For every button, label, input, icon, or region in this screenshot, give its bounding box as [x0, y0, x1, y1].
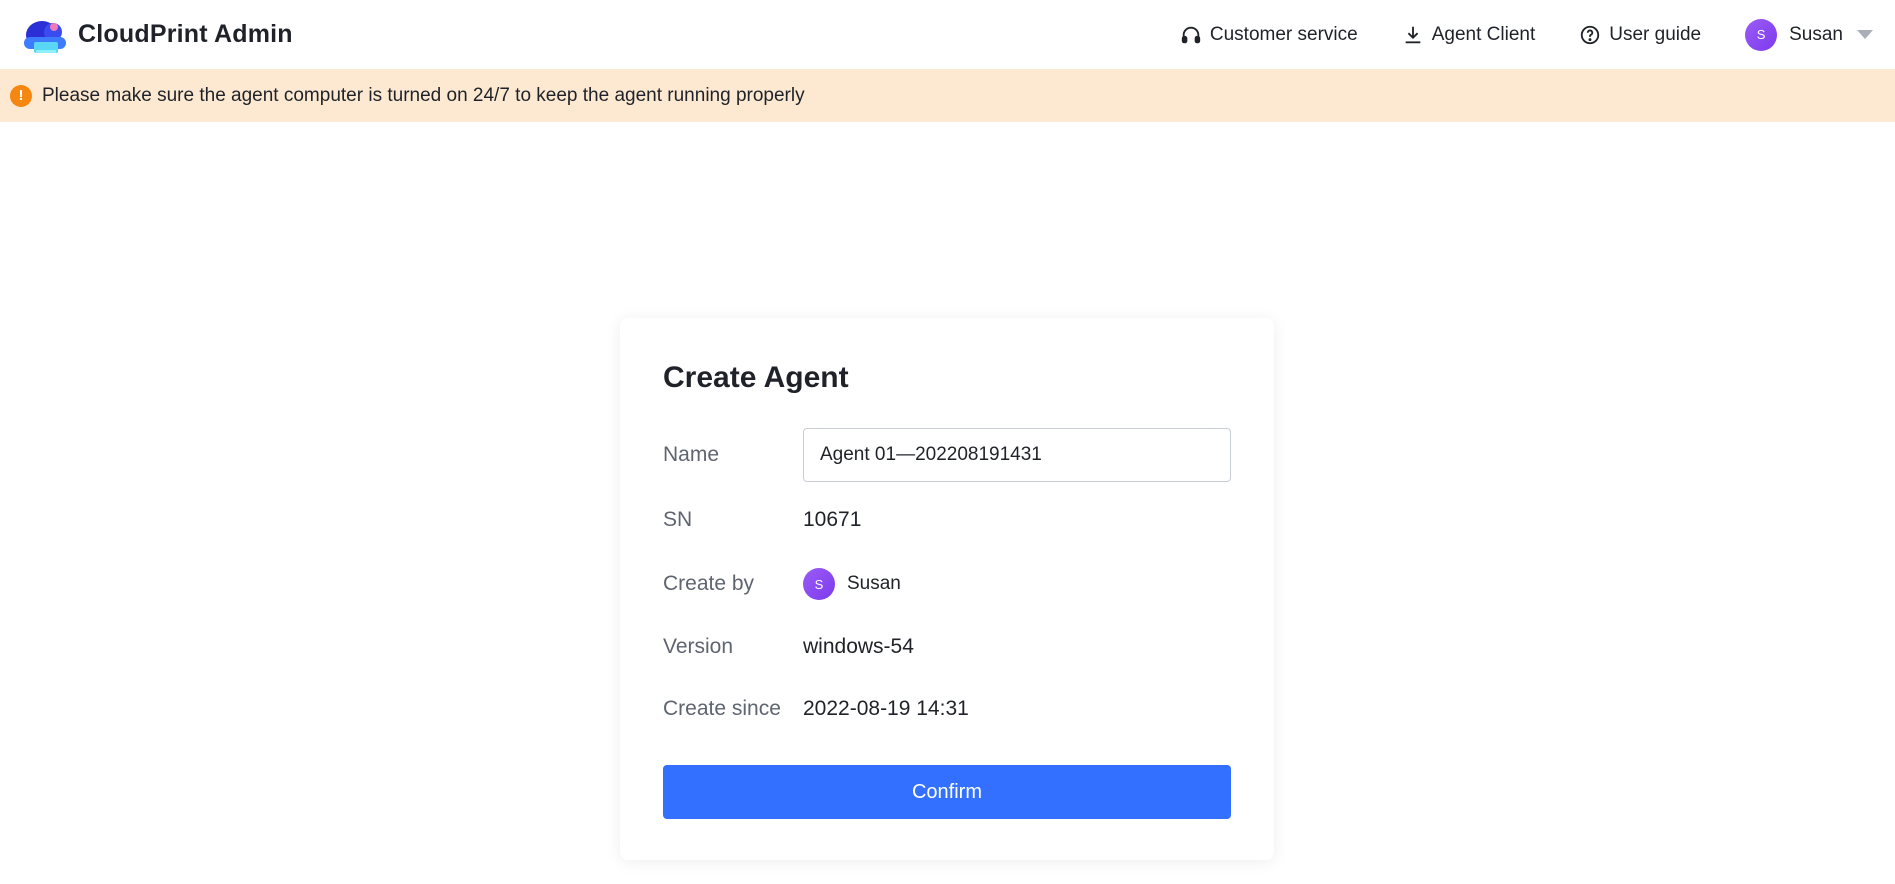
user-guide-link[interactable]: User guide — [1579, 24, 1701, 46]
avatar: S — [803, 568, 835, 600]
version-label: Version — [663, 635, 734, 658]
customer-service-label: Customer service — [1209, 23, 1358, 45]
name-label: Name — [663, 443, 720, 466]
app-title: CloudPrint Admin — [78, 20, 293, 48]
agent-client-label: Agent Client — [1431, 23, 1536, 45]
caret-down-icon[interactable] — [1857, 30, 1873, 39]
banner-message: Please make sure the agent computer is t… — [42, 84, 805, 106]
create-agent-card: Create Agent Name SN 10671 Create by S S… — [620, 318, 1274, 860]
question-circle-icon — [1581, 25, 1600, 44]
sn-value: 10671 — [803, 508, 862, 531]
creator: S Susan — [803, 568, 901, 600]
name-input[interactable] — [803, 428, 1231, 482]
agent-client-link[interactable]: Agent Client — [1402, 23, 1536, 46]
user-name: Susan — [1789, 23, 1843, 45]
created-by-row: Create by S Susan — [663, 568, 1231, 600]
sn-label: SN — [663, 508, 693, 531]
exclamation-circle-icon: ! — [10, 84, 32, 107]
user-menu[interactable]: S Susan — [1745, 18, 1873, 51]
name-row: Name — [663, 428, 1231, 482]
cloud-printer-logo-icon — [24, 20, 66, 53]
page-title: Create Agent — [663, 361, 849, 394]
version-value: windows-54 — [803, 635, 914, 658]
confirm-button[interactable]: Confirm — [663, 765, 1231, 819]
user-guide-label: User guide — [1609, 23, 1702, 45]
avatar: S — [1745, 18, 1778, 51]
create-since-row: Create since 2022-08-19 14:31 — [663, 693, 1231, 725]
create-since-label: Create since — [663, 697, 781, 720]
header-actions: Customer service Agent Client User guide… — [1180, 0, 1873, 69]
create-since-value: 2022-08-19 14:31 — [803, 697, 969, 720]
brand[interactable]: CloudPrint Admin — [20, 15, 293, 55]
download-icon — [1405, 26, 1421, 43]
headset-icon — [1181, 26, 1201, 43]
creator-name: Susan — [847, 573, 901, 594]
customer-service-link[interactable]: Customer service — [1180, 24, 1358, 46]
top-navigation-bar: CloudPrint Admin Customer service Agent … — [0, 0, 1895, 69]
warning-banner: ! Please make sure the agent computer is… — [0, 69, 1895, 122]
version-row: Version windows-54 — [663, 631, 1231, 663]
created-by-label: Create by — [663, 572, 755, 595]
sn-row: SN 10671 — [663, 504, 1231, 536]
